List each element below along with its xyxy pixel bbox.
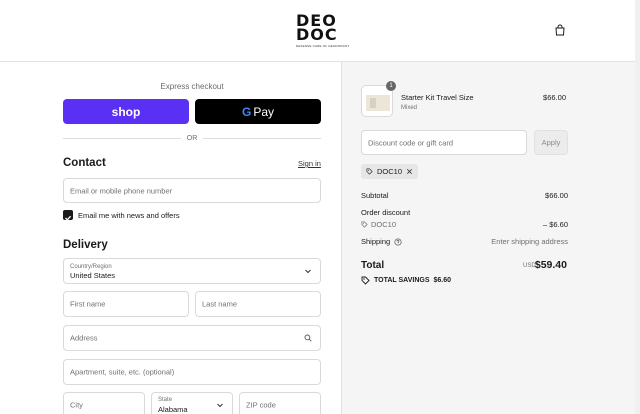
last-name-field[interactable]: Last name (195, 291, 321, 317)
shopping-bag-icon[interactable] (554, 24, 566, 36)
country-value: United States (70, 271, 116, 280)
header: DEO DOC DEFENSE CARE OF DEODORANT (0, 0, 640, 62)
express-checkout-label: Express checkout (160, 82, 224, 91)
shipping-label: Shipping (361, 237, 391, 246)
order-discount-label: Order discount (361, 208, 411, 217)
discount-detail-row: DOC10 – $6.60 (361, 220, 568, 230)
savings-label: TOTAL SAVINGS (374, 277, 430, 284)
chevron-down-icon (217, 403, 223, 408)
city-field[interactable]: City (63, 392, 145, 414)
delivery-heading: Delivery (63, 239, 108, 251)
apartment-placeholder: Apartment, suite, etc. (optional) (70, 367, 175, 377)
news-checkbox[interactable] (63, 210, 73, 221)
sign-in-link[interactable]: Sign in (298, 159, 321, 168)
order-discount-row: Order discount (361, 208, 568, 217)
help-circle-icon[interactable] (394, 237, 402, 246)
news-checkbox-label: Email me with news and offers (78, 211, 180, 220)
address-field[interactable]: Address (63, 325, 321, 351)
subtotal-value: $66.00 (545, 191, 568, 200)
or-label: OR (186, 134, 198, 142)
tag-icon (366, 168, 373, 175)
checkout-form: Express checkout shop G Pay OR Contact S… (0, 62, 341, 414)
contact-heading: Contact (63, 157, 106, 169)
product-price: $66.00 (543, 93, 566, 102)
apartment-field[interactable]: Apartment, suite, etc. (optional) (63, 359, 321, 385)
state-label: State (158, 397, 173, 403)
state-value: Alabama (158, 405, 188, 414)
close-icon[interactable] (406, 168, 413, 175)
address-placeholder: Address (70, 333, 98, 343)
product-name: Starter Kit Travel Size (401, 93, 474, 102)
order-summary: 1 Starter Kit Travel Size Mixed $66.00 D… (341, 62, 640, 414)
chevron-down-icon (305, 269, 311, 274)
or-divider: OR (63, 132, 321, 144)
checkmark-icon (65, 215, 72, 221)
scrollbar[interactable] (635, 0, 640, 414)
total-currency: USD (523, 263, 536, 269)
country-label: Country/Region (70, 264, 112, 270)
first-name-field[interactable]: First name (63, 291, 189, 317)
discount-placeholder: Discount code or gift card (368, 138, 454, 147)
city-placeholder: City (70, 400, 83, 410)
zip-placeholder: ZIP code (246, 400, 276, 410)
country-select[interactable]: Country/Region United States (63, 258, 321, 284)
total-label: Total (361, 260, 385, 271)
applied-discount-chip: DOC10 (361, 164, 419, 179)
zip-field[interactable]: ZIP code (239, 392, 321, 414)
subtotal-row: Subtotal $66.00 (361, 191, 568, 200)
google-g-icon: G (241, 104, 252, 119)
total-value: $59.40 (534, 259, 567, 271)
state-select[interactable]: State Alabama (151, 392, 233, 414)
last-name-placeholder: Last name (202, 299, 238, 309)
apply-button[interactable]: Apply (534, 130, 568, 155)
email-field[interactable]: Email or mobile phone number (63, 178, 321, 203)
logo-tagline: DEFENSE CARE OF DEODORANT (296, 44, 350, 48)
logo-text-bottom: DOC (296, 25, 338, 44)
product-variant: Mixed (401, 105, 418, 111)
search-icon (304, 334, 312, 342)
total-savings: TOTAL SAVINGS $6.60 (361, 276, 451, 285)
savings-value: $6.60 (433, 277, 452, 284)
first-name-placeholder: First name (70, 299, 106, 309)
applied-code: DOC10 (377, 167, 403, 176)
google-pay-button[interactable]: G Pay (195, 99, 321, 124)
brand-logo[interactable]: DEO DOC DEFENSE CARE OF DEODORANT (296, 13, 350, 49)
discount-code: DOC10 (371, 220, 397, 229)
tag-icon (361, 276, 370, 285)
google-pay-label: Pay (253, 104, 275, 119)
quantity-badge: 1 (386, 81, 396, 91)
discount-code-field[interactable]: Discount code or gift card (361, 130, 527, 155)
discount-value: – $6.60 (542, 220, 568, 229)
email-placeholder: Email or mobile phone number (70, 186, 173, 195)
subtotal-label: Subtotal (361, 191, 389, 200)
shipping-row: Shipping Enter shipping address (361, 237, 568, 246)
tag-icon (361, 221, 368, 228)
shop-pay-button[interactable]: shop (63, 99, 189, 124)
shipping-value: Enter shipping address (491, 237, 568, 246)
